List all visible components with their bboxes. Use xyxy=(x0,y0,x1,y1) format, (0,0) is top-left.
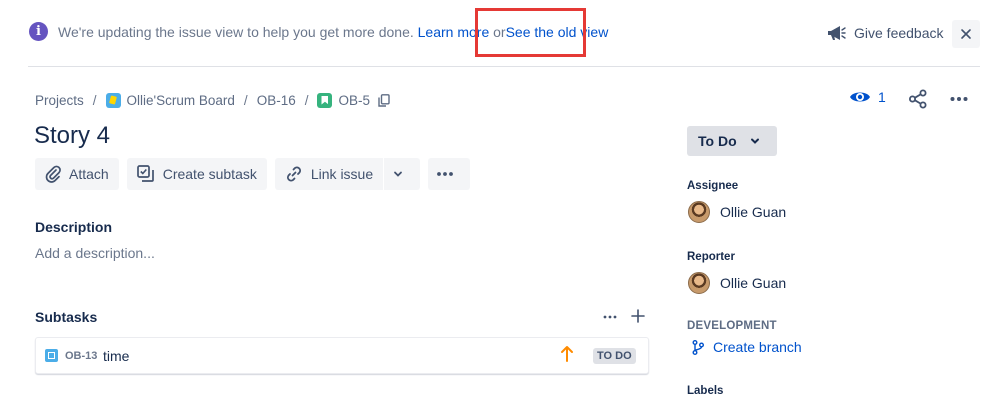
link-issue-label: Link issue xyxy=(310,166,374,182)
create-subtask-button[interactable]: Create subtask xyxy=(126,158,267,190)
subtask-key[interactable]: OB-13 xyxy=(65,350,97,362)
issue-title[interactable]: Story 4 xyxy=(34,122,110,150)
copy-link-icon[interactable] xyxy=(378,93,390,107)
update-banner: i We're updating the issue view to help … xyxy=(0,0,999,66)
give-feedback-label: Give feedback xyxy=(854,25,944,41)
chevron-down-icon xyxy=(750,138,759,144)
close-icon xyxy=(961,29,971,39)
status-label: To Do xyxy=(698,133,737,149)
more-icon xyxy=(950,97,968,101)
paperclip-icon xyxy=(45,165,61,183)
banner-message: We're updating the issue view to help yo… xyxy=(58,24,414,40)
add-subtask-button[interactable] xyxy=(630,308,646,329)
subtasks-heading: Subtasks xyxy=(35,309,98,325)
status-dropdown[interactable]: To Do xyxy=(687,126,777,156)
breadcrumb-separator: / xyxy=(92,92,97,108)
description-field[interactable]: Add a description... xyxy=(35,245,155,261)
breadcrumb: Projects / Ollie'Scrum Board / OB-16 / O… xyxy=(35,90,390,110)
breadcrumb-projects[interactable]: Projects xyxy=(35,93,84,108)
info-icon: i xyxy=(29,22,48,41)
issue-toolbar: Attach Create subtask Link issue xyxy=(35,158,478,190)
breadcrumb-separator: / xyxy=(304,92,309,108)
chevron-down-icon xyxy=(394,171,403,177)
subtasks-more-button[interactable] xyxy=(602,310,618,329)
development-label: DEVELOPMENT xyxy=(687,320,777,332)
create-branch-link[interactable]: Create branch xyxy=(692,339,802,355)
subtask-icon xyxy=(136,165,154,182)
plus-icon xyxy=(631,309,645,323)
megaphone-icon xyxy=(828,26,846,40)
link-icon xyxy=(286,166,301,182)
subtask-row[interactable]: OB-13 time TO DO xyxy=(35,337,649,374)
avatar xyxy=(688,201,710,223)
more-actions-button[interactable] xyxy=(949,89,969,114)
share-icon xyxy=(909,89,927,109)
more-icon xyxy=(603,315,617,319)
create-subtask-label: Create subtask xyxy=(162,166,257,182)
reporter-label: Reporter xyxy=(687,251,735,263)
link-issue-button[interactable]: Link issue xyxy=(274,158,384,190)
assignee-label: Assignee xyxy=(687,180,739,192)
attach-button[interactable]: Attach xyxy=(35,158,119,190)
link-issue-dropdown[interactable] xyxy=(384,158,421,190)
branch-icon xyxy=(692,339,704,355)
breadcrumb-issue[interactable]: OB-5 xyxy=(338,93,370,108)
create-branch-label: Create branch xyxy=(713,339,802,355)
subtask-name[interactable]: time xyxy=(103,348,129,364)
labels-label: Labels xyxy=(687,385,724,397)
assignee-field[interactable]: Ollie Guan xyxy=(688,201,786,223)
breadcrumb-separator: / xyxy=(243,92,248,108)
eye-icon xyxy=(850,92,870,102)
breadcrumb-parent[interactable]: OB-16 xyxy=(257,93,296,108)
attach-label: Attach xyxy=(69,166,109,182)
board-icon xyxy=(105,92,121,108)
give-feedback-button[interactable]: Give feedback xyxy=(826,22,944,44)
breadcrumb-board[interactable]: Ollie'Scrum Board xyxy=(127,93,235,108)
description-heading: Description xyxy=(35,219,113,235)
subtask-type-icon xyxy=(45,349,58,362)
watch-button[interactable]: 1 xyxy=(849,89,886,105)
assignee-name: Ollie Guan xyxy=(720,204,787,220)
avatar xyxy=(688,272,710,294)
reporter-field[interactable]: Ollie Guan xyxy=(688,272,786,294)
close-banner-button[interactable] xyxy=(952,20,980,48)
story-icon xyxy=(317,92,333,108)
reporter-name: Ollie Guan xyxy=(720,275,787,291)
highlight-box xyxy=(475,8,586,57)
share-button[interactable] xyxy=(908,89,928,114)
watcher-count: 1 xyxy=(878,89,886,105)
banner-divider xyxy=(28,66,980,67)
priority-high-icon xyxy=(560,345,574,368)
more-icon xyxy=(437,172,454,176)
subtask-status-badge[interactable]: TO DO xyxy=(593,348,636,364)
toolbar-more-button[interactable] xyxy=(428,158,471,190)
